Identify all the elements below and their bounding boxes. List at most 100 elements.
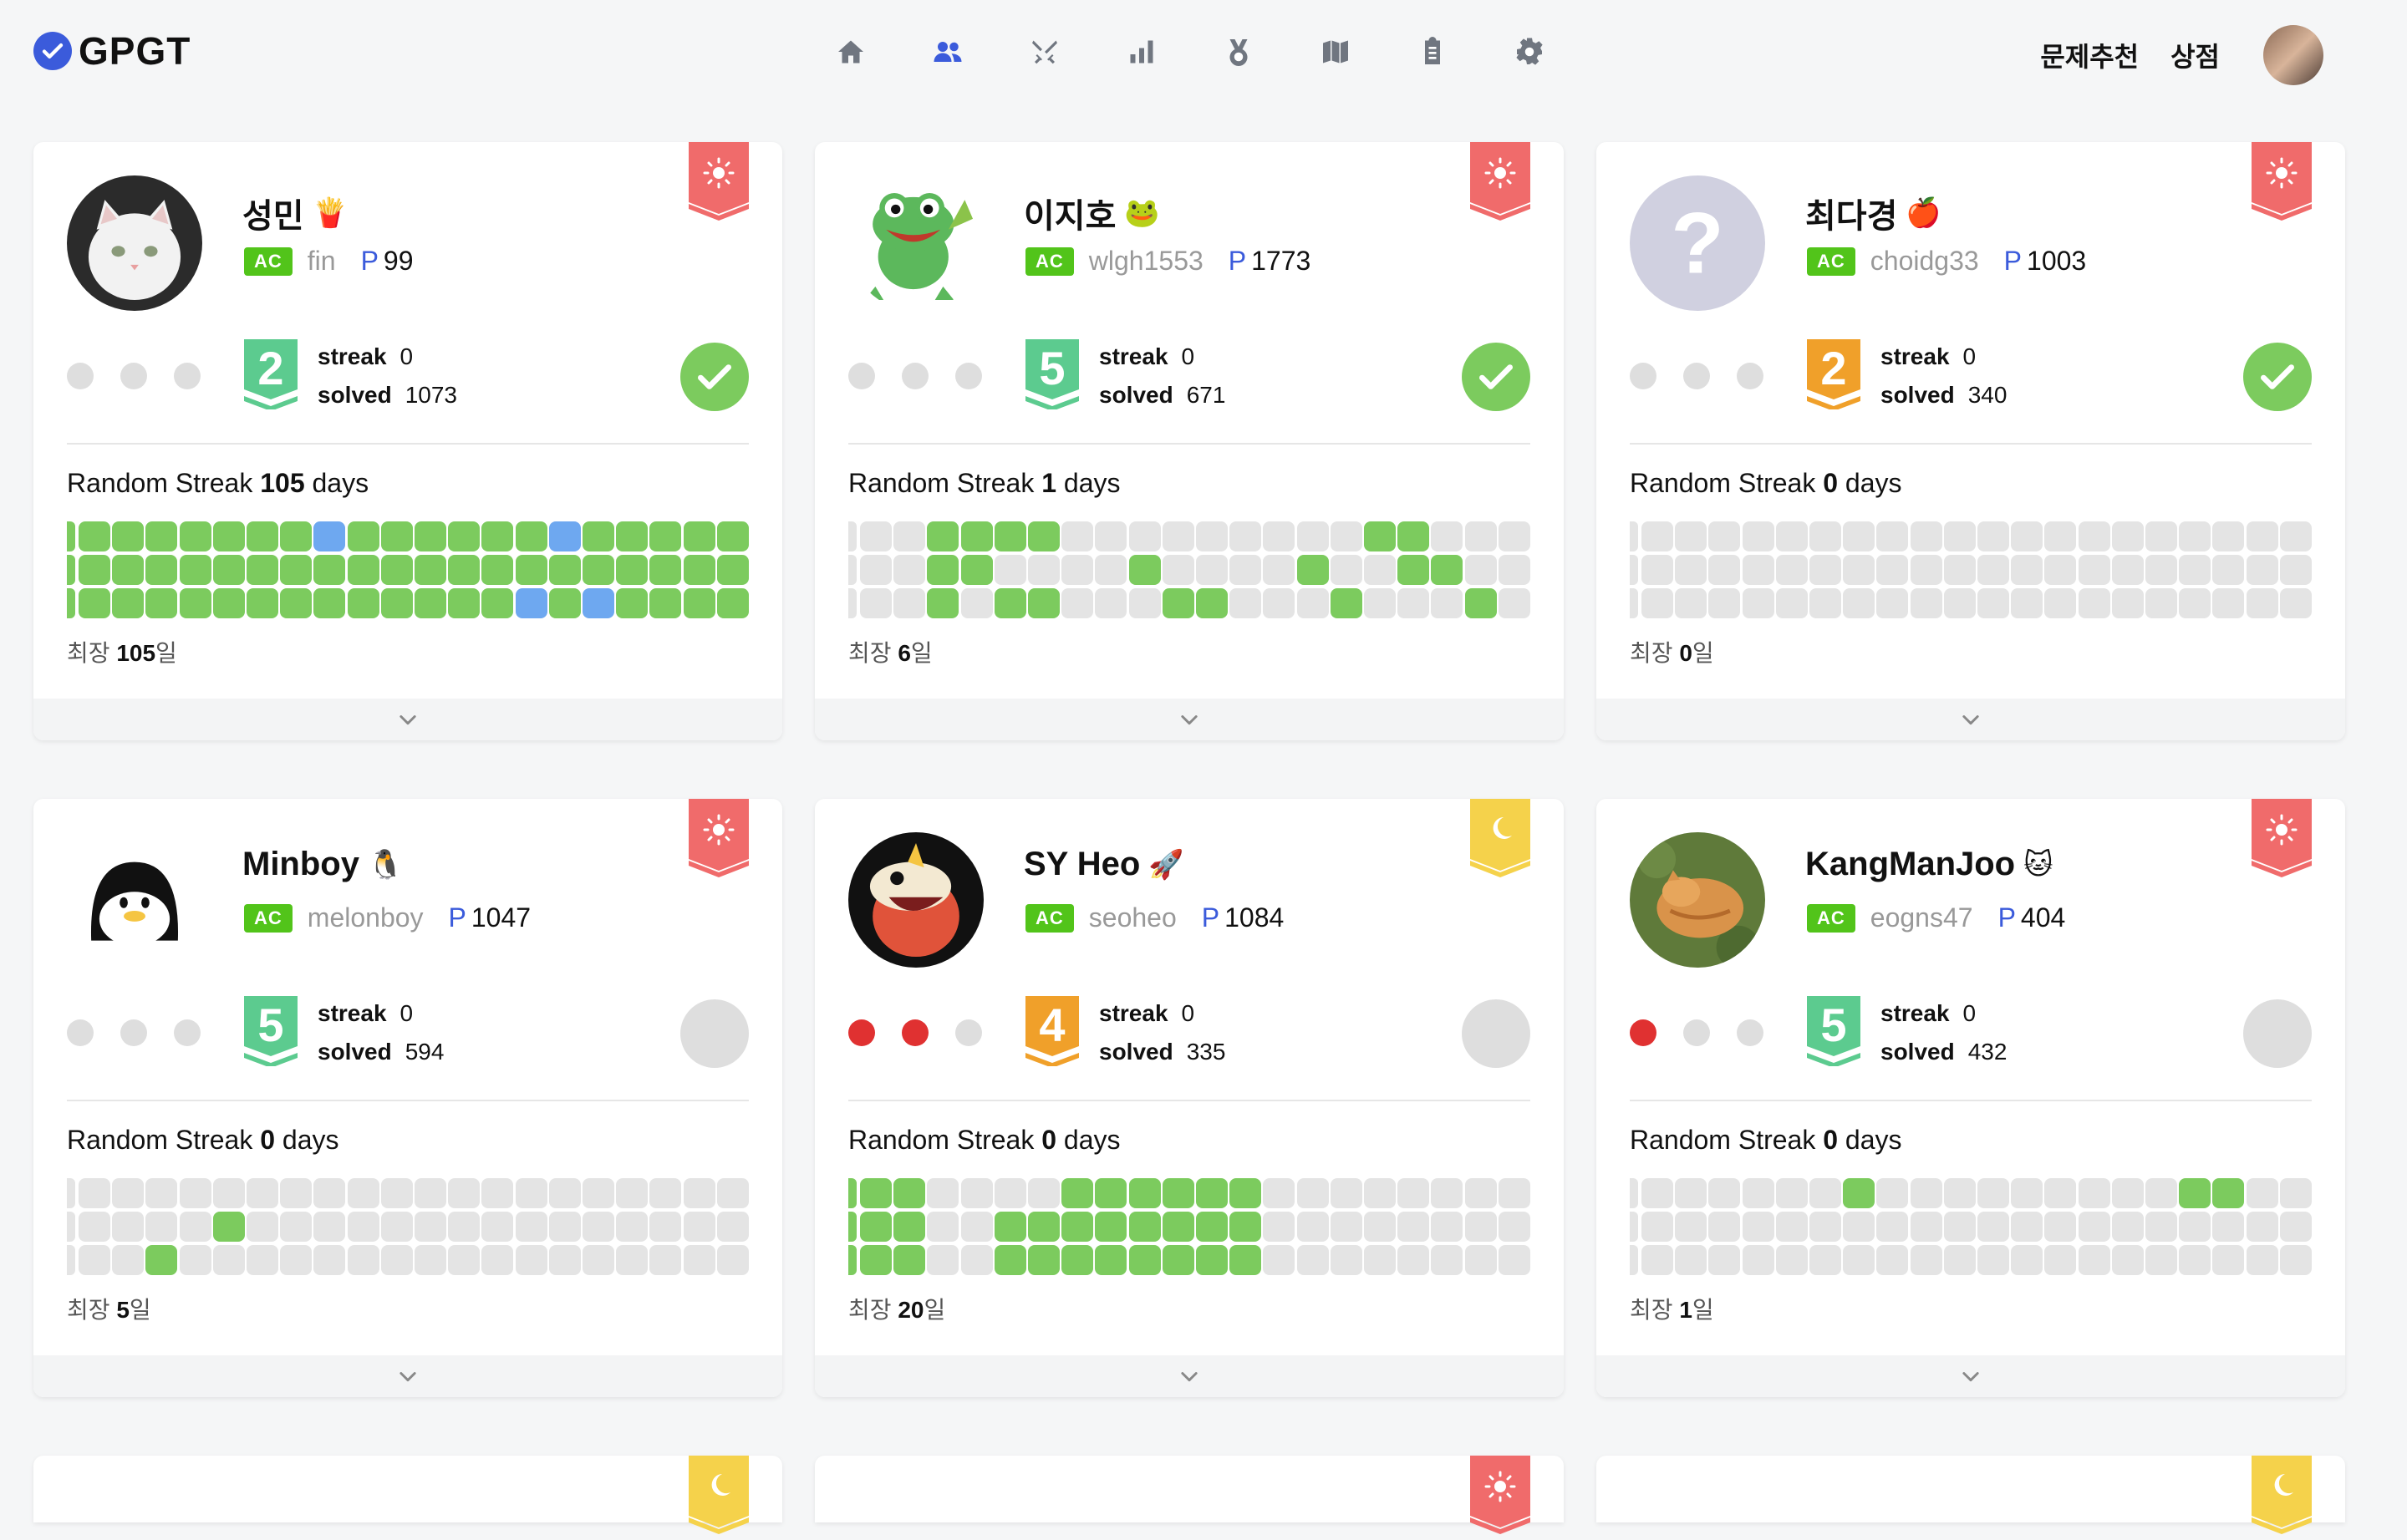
user-card[interactable]: KangManJoo 🐱 AC eogns47 P 404 5 streak 0 solved 43…: [1596, 799, 2345, 1397]
streak-stat: streak 0: [1099, 338, 1225, 376]
nav-home[interactable]: [836, 30, 866, 74]
app-title: GPGT: [79, 29, 191, 73]
user-handle[interactable]: choidg33: [1870, 246, 1979, 277]
calendar-cell: [2078, 1212, 2110, 1242]
calendar-cell: [1296, 588, 1329, 618]
tier-badge-icon: 5: [1025, 339, 1079, 411]
calendar-cell: [212, 588, 245, 618]
user-name: SY Heo: [1024, 846, 1141, 882]
calendar-cell: [2044, 1212, 2077, 1242]
pending-circle-icon: [680, 999, 749, 1068]
calendar-cell: [1330, 555, 1362, 585]
expand-button[interactable]: [815, 1355, 1564, 1397]
calendar-cell: [2212, 521, 2245, 551]
solved-label: solved: [1099, 382, 1173, 408]
stats: streak 0 solved 594: [318, 994, 444, 1071]
calendar-cell: [1675, 1178, 1707, 1208]
user-handle[interactable]: fin: [308, 246, 336, 277]
nav-battle[interactable]: [1030, 30, 1060, 74]
account-row: AC eogns47 P 404: [1807, 902, 2065, 933]
calendar-cell: [1641, 1212, 1673, 1242]
calendar-cell: [1229, 555, 1262, 585]
user-points: P 404: [1998, 902, 2066, 933]
calendar-cell: [1028, 1178, 1060, 1208]
user-handle[interactable]: seoheo: [1089, 902, 1177, 933]
calendar-cell: [2111, 555, 2144, 585]
calendar-cell: [583, 1245, 614, 1275]
expand-button[interactable]: [1596, 1355, 2345, 1397]
calendar-cell: [179, 1178, 211, 1208]
calendar-cell: [2179, 1212, 2211, 1242]
nav-stats[interactable]: [1127, 30, 1157, 74]
user-emoji: 🐧: [367, 848, 404, 881]
user-handle[interactable]: eogns47: [1870, 902, 1973, 933]
clipboard-icon: [1425, 37, 1440, 64]
calendar-cell: [415, 1245, 446, 1275]
calendar-cell: [1977, 555, 2009, 585]
nav-users[interactable]: [933, 30, 963, 74]
calendar-cell: [1943, 1245, 1976, 1275]
calendar-cell: [1977, 588, 2009, 618]
calendar-cell: [347, 1212, 379, 1242]
nav-settings[interactable]: [1514, 30, 1544, 74]
user-card[interactable]: Minboy 🐧 AC melonboy P 1047 5 streak 0 solved 594 R…: [33, 799, 782, 1397]
points-value: 99: [383, 246, 414, 276]
calendar-cell: [515, 555, 547, 585]
streak-label: streak: [318, 343, 387, 369]
calendar-cell: [616, 588, 649, 618]
status-dot: [1683, 1019, 1710, 1046]
user-handle[interactable]: melonboy: [308, 902, 424, 933]
calendar-cell: [2145, 521, 2177, 551]
calendar-cell: [179, 588, 211, 618]
calendar-cell: [1630, 1178, 1638, 1208]
calendar-cell: [1095, 1212, 1127, 1242]
nav-board[interactable]: [1417, 30, 1448, 74]
expand-button[interactable]: [33, 1355, 782, 1397]
app-logo[interactable]: GPGT: [33, 28, 191, 74]
calendar-cell: [1128, 521, 1161, 551]
solved-value: 335: [1186, 1039, 1226, 1065]
status-dots: [67, 363, 201, 389]
calendar-cell: [1330, 1178, 1362, 1208]
nav-map[interactable]: [1321, 30, 1351, 74]
expand-button[interactable]: [1596, 699, 2345, 740]
calendar-cell: [1028, 1212, 1060, 1242]
calendar-cell: [481, 1245, 514, 1275]
calendar-cell: [1708, 1212, 1741, 1242]
calendar-cell: [179, 555, 211, 585]
calendar-cell: [1843, 1178, 1875, 1208]
calendar-cell: [313, 1178, 346, 1208]
user-handle[interactable]: wlgh1553: [1089, 246, 1204, 277]
calendar-cell: [616, 1245, 649, 1275]
recommend-link[interactable]: 문제추천: [2040, 36, 2139, 74]
calendar-cell: [994, 1178, 1026, 1208]
user-card[interactable]: [33, 1456, 782, 1534]
user-card[interactable]: 성민 🍟 AC fin P 99 2 streak 0 solved 1073 Random Stre…: [33, 142, 782, 740]
calendar-cell: [1977, 1178, 2009, 1208]
calendar-cell: [1641, 588, 1673, 618]
user-avatar[interactable]: [2263, 25, 2323, 85]
calendar-cell: [1196, 1178, 1228, 1208]
calendar-cell: [649, 1212, 682, 1242]
calendar-cell: [1708, 521, 1741, 551]
shop-link[interactable]: 상점: [2170, 36, 2220, 74]
user-card[interactable]: 이지호 🐸 AC wlgh1553 P 1773 5 streak 0 solved 671 Rand…: [815, 142, 1564, 740]
calendar-cell: [649, 521, 682, 551]
calendar-cell: [1675, 555, 1707, 585]
nav-medal[interactable]: [1224, 30, 1254, 74]
solved-stat: solved 1073: [318, 376, 457, 414]
expand-button[interactable]: [815, 699, 1564, 740]
name-row: 이지호 🐸: [1024, 189, 1160, 237]
user-card[interactable]: ? 최다경 🍎 AC choidg33 P 1003 2 streak 0 solved 340 Ran…: [1596, 142, 2345, 740]
tier-badge-icon: 5: [1807, 996, 1860, 1068]
user-card[interactable]: [815, 1456, 1564, 1534]
calendar-cell: [247, 1178, 278, 1208]
calendar-cell: [848, 555, 857, 585]
expand-button[interactable]: [33, 699, 782, 740]
calendar-cell: [960, 521, 993, 551]
calendar-cell: [1364, 1212, 1396, 1242]
calendar-cell: [280, 1178, 313, 1208]
calendar-cell: [1775, 588, 1808, 618]
user-card[interactable]: [1596, 1456, 2345, 1534]
user-card[interactable]: SY Heo 🚀 AC seoheo P 1084 4 streak 0 solved 335 Ran…: [815, 799, 1564, 1397]
